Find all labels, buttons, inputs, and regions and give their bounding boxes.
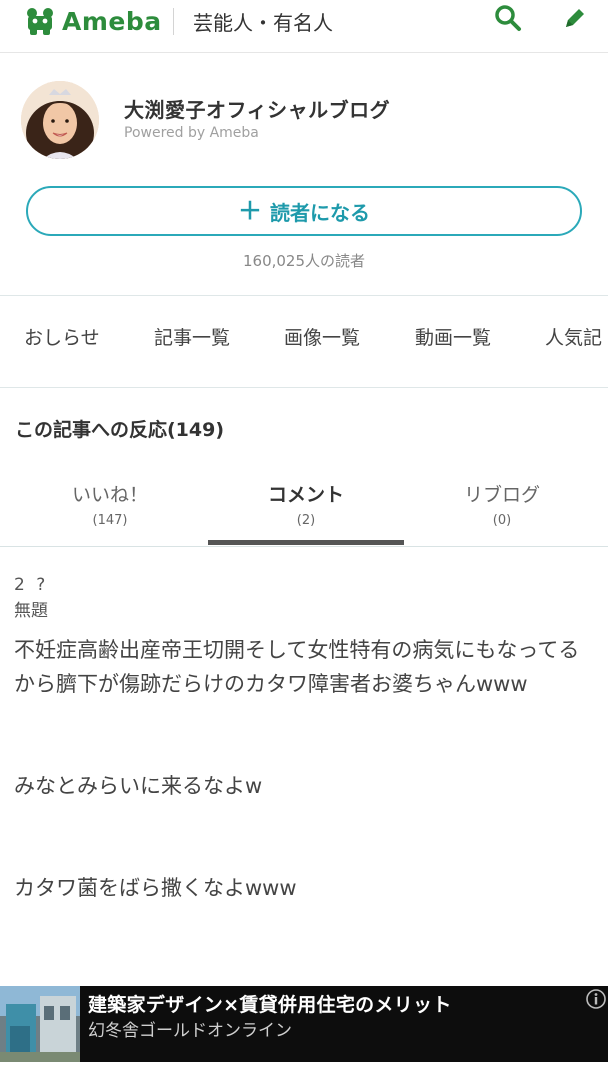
category-label[interactable]: 芸能人・有名人	[193, 7, 333, 36]
comment-paragraph: 不妊症高齢出産帝王切開そして女性特有の病気にもなってるから臍下が傷跡だらけのカタ…	[14, 638, 580, 696]
ameba-logo[interactable]: Ameba	[24, 4, 162, 38]
logo-text: Ameba	[62, 6, 162, 36]
reactions-heading: この記事への反応(149)	[15, 419, 225, 441]
tab-count: (147)	[92, 513, 128, 528]
tab-count: (0)	[492, 513, 512, 528]
follow-button[interactable]: ＋ 読者になる	[26, 186, 582, 236]
section-divider	[0, 374, 608, 388]
comment-author[interactable]: 2 ?	[14, 572, 594, 598]
comment-item: 2 ? 無題 不妊症高齢出産帝王切開そして女性特有の病気にもなってるから臍下が傷…	[14, 572, 594, 905]
powered-by: Powered by Ameba	[124, 125, 259, 141]
tab-label: リブログ	[463, 484, 540, 506]
blog-profile: 大渕愛子オフィシャルブログ Powered by Ameba ＋ 読者になる 1…	[0, 53, 608, 295]
comment-title: 無題	[14, 601, 48, 621]
write-button[interactable]	[558, 2, 590, 34]
tab-label: いいね！	[71, 484, 148, 506]
blog-title[interactable]: 大渕愛子オフィシャルブログ	[124, 94, 390, 123]
ameba-mascot-icon	[27, 8, 53, 35]
active-tab-indicator	[208, 540, 404, 545]
avatar-image	[21, 81, 99, 159]
nav-item-videos[interactable]: 動画一覧	[415, 323, 491, 350]
plus-icon: ＋	[238, 197, 262, 225]
tab-count: (2)	[296, 513, 316, 528]
ad-title[interactable]: 建築家デザイン×賃貸併用住宅のメリット	[88, 990, 452, 1017]
ad-info-button[interactable]	[585, 988, 607, 1010]
nav-item-popular[interactable]: 人気記	[545, 323, 602, 350]
comment-paragraph: みなとみらいに来るなよw	[14, 774, 263, 798]
ad-thumbnail	[0, 986, 80, 1062]
comment-body: 不妊症高齢出産帝王切開そして女性特有の病気にもなってるから臍下が傷跡だらけのカタ…	[14, 633, 594, 905]
search-icon	[495, 5, 521, 31]
tab-comments[interactable]: コメント (2)	[208, 470, 404, 546]
ad-source: 幻冬舎ゴールドオンライン	[88, 1021, 292, 1041]
header-divider	[173, 8, 174, 35]
blog-avatar[interactable]	[21, 81, 99, 159]
search-button[interactable]	[492, 2, 524, 34]
blog-nav: おしらせ 記事一覧 画像一覧 動画一覧 人気記	[0, 295, 608, 375]
nav-item-news[interactable]: おしらせ	[24, 323, 100, 350]
reader-count: 160,025人の読者	[242, 252, 366, 270]
tab-reblogs[interactable]: リブログ (0)	[404, 470, 600, 546]
ad-banner[interactable]: 建築家デザイン×賃貸併用住宅のメリット 幻冬舎ゴールドオンライン	[0, 986, 608, 1062]
nav-item-articles[interactable]: 記事一覧	[154, 323, 230, 350]
info-icon	[586, 989, 606, 1009]
tab-likes[interactable]: いいね！ (147)	[12, 470, 208, 546]
pencil-icon	[566, 9, 584, 27]
reaction-tabs: いいね！ (147) コメント (2) リブログ (0)	[0, 470, 608, 547]
follow-label: 読者になる	[270, 200, 370, 225]
nav-item-images[interactable]: 画像一覧	[284, 323, 360, 350]
tab-label: コメント	[267, 484, 344, 506]
comment-paragraph: カタワ菌をばら撒くなよwww	[14, 876, 297, 900]
app-header: Ameba 芸能人・有名人	[0, 0, 608, 53]
